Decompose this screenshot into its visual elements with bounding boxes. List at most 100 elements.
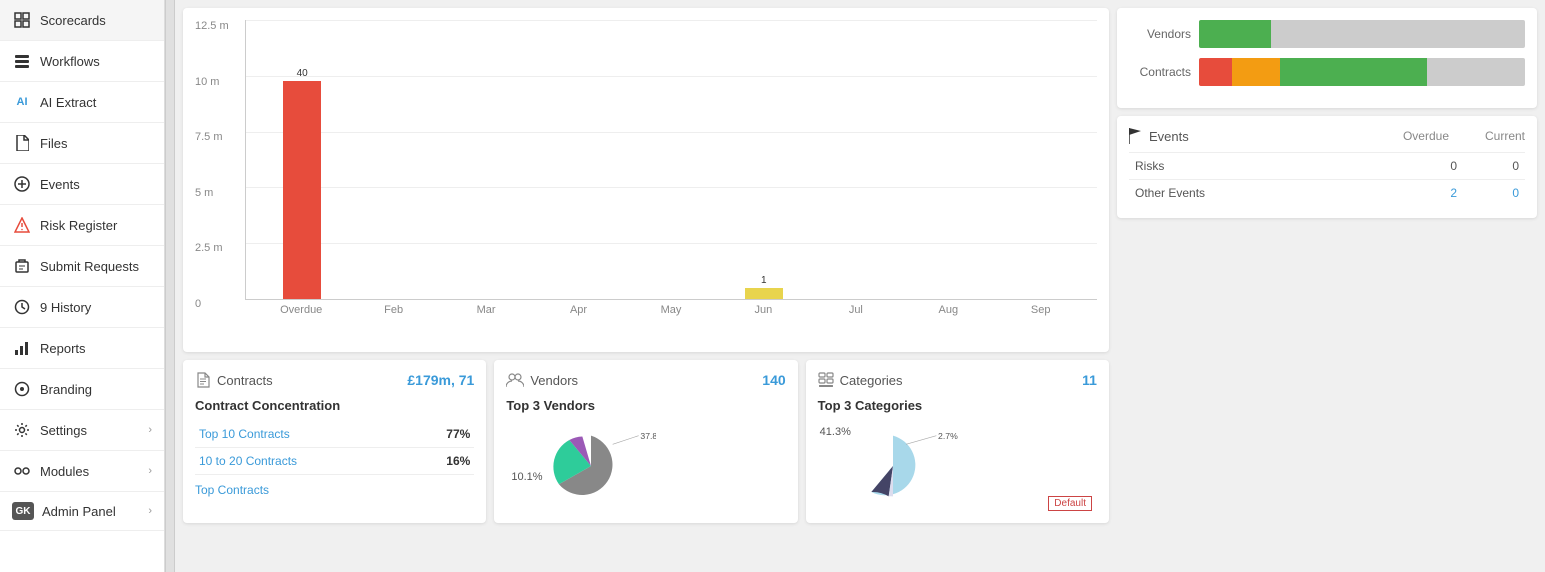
bar-jun-value: 1 bbox=[761, 275, 767, 286]
risk-register-icon bbox=[12, 215, 32, 235]
x-label-overdue: Overdue bbox=[255, 300, 347, 316]
vendors-card: Vendors 140 Top 3 Vendors 10.1% bbox=[494, 360, 797, 523]
events-icon bbox=[12, 174, 32, 194]
sidebar-item-workflows[interactable]: Workflows bbox=[0, 41, 164, 82]
contracts-card: Contracts £179m, 71 Contract Concentrati… bbox=[183, 360, 486, 523]
svg-text:37.8%: 37.8% bbox=[641, 431, 657, 441]
bar-aug bbox=[902, 20, 994, 299]
sidebar-item-submit-requests[interactable]: Submit Requests bbox=[0, 246, 164, 287]
other-events-current-value: 0 bbox=[1512, 186, 1519, 200]
top10-contracts-link[interactable]: Top 10 Contracts bbox=[199, 427, 290, 441]
flag-icon bbox=[1129, 128, 1143, 144]
other-events-current: 0 bbox=[1463, 180, 1525, 207]
vendors-pie-svg: 37.8% bbox=[526, 426, 656, 506]
status-bars-card: Vendors Contracts bbox=[1117, 8, 1537, 108]
events-col-overdue: Overdue bbox=[1369, 129, 1449, 143]
sidebar-item-admin-panel[interactable]: GK Admin Panel › bbox=[0, 492, 164, 531]
sidebar-item-scorecards-label: Scorecards bbox=[40, 13, 152, 28]
sidebar: Scorecards Workflows AI AI Extract Files… bbox=[0, 0, 165, 572]
categories-pie-area: 41.3% 2.7% Defa bbox=[818, 421, 1097, 511]
events-col-current: Current bbox=[1455, 129, 1525, 143]
contracts-status-row: Contracts bbox=[1129, 58, 1525, 86]
bar-chart-area: 12.5 m 10 m 7.5 m 5 m 2.5 m 0 bbox=[195, 20, 1097, 340]
x-label-apr: Apr bbox=[532, 300, 624, 316]
chart-y-labels: 12.5 m 10 m 7.5 m 5 m 2.5 m 0 bbox=[195, 20, 240, 310]
x-label-sep: Sep bbox=[995, 300, 1087, 316]
contracts-status-label: Contracts bbox=[1129, 65, 1199, 79]
contracts-bar-gray bbox=[1427, 58, 1525, 86]
vendors-status-label: Vendors bbox=[1129, 27, 1199, 41]
admin-panel-icon: GK bbox=[12, 502, 34, 520]
main-content: 12.5 m 10 m 7.5 m 5 m 2.5 m 0 bbox=[175, 0, 1545, 572]
vendors-status-bar bbox=[1199, 20, 1525, 48]
x-label-jun: Jun bbox=[717, 300, 809, 316]
vendors-pie-area: 10.1% 37.8% bbox=[506, 421, 785, 511]
vendors-card-value: 140 bbox=[762, 372, 785, 388]
x-label-feb: Feb bbox=[347, 300, 439, 316]
risks-label: Risks bbox=[1129, 153, 1401, 180]
vendors-card-header: Vendors 140 bbox=[506, 372, 785, 388]
sidebar-item-branding[interactable]: Branding bbox=[0, 369, 164, 410]
other-events-overdue: 2 bbox=[1401, 180, 1463, 207]
bar-jun-rect bbox=[745, 288, 783, 299]
ai-extract-icon: AI bbox=[12, 92, 32, 112]
right-column: Vendors Contracts bbox=[1117, 8, 1537, 564]
sidebar-item-settings[interactable]: Settings › bbox=[0, 410, 164, 451]
sidebar-item-modules-label: Modules bbox=[40, 464, 148, 479]
events-card: Events Overdue Current Risks 0 0 Other E… bbox=[1117, 116, 1537, 218]
sidebar-item-history-label: 9 History bbox=[40, 300, 152, 315]
events-table: Risks 0 0 Other Events 2 0 bbox=[1129, 152, 1525, 206]
settings-arrow-icon: › bbox=[148, 424, 152, 436]
categories-card: Categories 11 Top 3 Categories 41.3% bbox=[806, 360, 1109, 523]
events-title-row: Events Overdue Current bbox=[1129, 128, 1525, 144]
files-icon bbox=[12, 133, 32, 153]
sidebar-item-submit-requests-label: Submit Requests bbox=[40, 259, 152, 274]
bar-mar bbox=[441, 20, 533, 299]
x-label-aug: Aug bbox=[902, 300, 994, 316]
10to20-contracts-link[interactable]: 10 to 20 Contracts bbox=[199, 454, 297, 468]
history-icon bbox=[12, 297, 32, 317]
settings-icon bbox=[12, 420, 32, 440]
reports-icon bbox=[12, 338, 32, 358]
sidebar-item-reports[interactable]: Reports bbox=[0, 328, 164, 369]
contracts-card-header: Contracts £179m, 71 bbox=[195, 372, 474, 388]
vendors-card-title: Vendors bbox=[530, 373, 578, 388]
other-events-overdue-link[interactable]: 2 bbox=[1450, 186, 1457, 200]
bar-may bbox=[625, 20, 717, 299]
vendors-bar-green bbox=[1199, 20, 1271, 48]
branding-icon bbox=[12, 379, 32, 399]
sidebar-item-modules[interactable]: Modules › bbox=[0, 451, 164, 492]
sidebar-item-events[interactable]: Events bbox=[0, 164, 164, 205]
sidebar-item-risk-register-label: Risk Register bbox=[40, 218, 152, 233]
contracts-title-row: Contracts bbox=[195, 372, 273, 388]
chart-card: 12.5 m 10 m 7.5 m 5 m 2.5 m 0 bbox=[183, 8, 1109, 352]
categories-legend-default: Default bbox=[1048, 496, 1092, 511]
10to20-contracts-value: 16% bbox=[410, 448, 475, 475]
top10-contracts-value: 77% bbox=[410, 421, 475, 448]
concentration-row-10to20: 10 to 20 Contracts 16% bbox=[195, 448, 474, 475]
categories-icon bbox=[818, 372, 834, 388]
sidebar-item-files[interactable]: Files bbox=[0, 123, 164, 164]
scorecards-icon bbox=[12, 10, 32, 30]
sidebar-item-ai-extract-label: AI Extract bbox=[40, 95, 152, 110]
sidebar-item-ai-extract[interactable]: AI AI Extract bbox=[0, 82, 164, 123]
other-events-label: Other Events bbox=[1129, 180, 1401, 207]
categories-card-value: 11 bbox=[1082, 372, 1097, 388]
sidebar-item-scorecards[interactable]: Scorecards bbox=[0, 0, 164, 41]
modules-arrow-icon: › bbox=[148, 465, 152, 477]
vendors-status-row: Vendors bbox=[1129, 20, 1525, 48]
bar-jul bbox=[810, 20, 902, 299]
x-label-mar: Mar bbox=[440, 300, 532, 316]
sidebar-item-history[interactable]: 9 History bbox=[0, 287, 164, 328]
bar-overdue-value: 40 bbox=[297, 68, 308, 79]
bar-overdue: 40 bbox=[256, 20, 348, 299]
sidebar-item-risk-register[interactable]: Risk Register bbox=[0, 205, 164, 246]
scroll-divider bbox=[165, 0, 175, 572]
categories-label-1: 41.3% bbox=[820, 426, 851, 438]
x-label-may: May bbox=[625, 300, 717, 316]
categories-card-header: Categories 11 bbox=[818, 372, 1097, 388]
categories-card-title: Categories bbox=[840, 373, 903, 388]
content-grid: 12.5 m 10 m 7.5 m 5 m 2.5 m 0 bbox=[175, 0, 1545, 572]
events-row-risks: Risks 0 0 bbox=[1129, 153, 1525, 180]
top-contracts-link[interactable]: Top Contracts bbox=[195, 483, 474, 497]
